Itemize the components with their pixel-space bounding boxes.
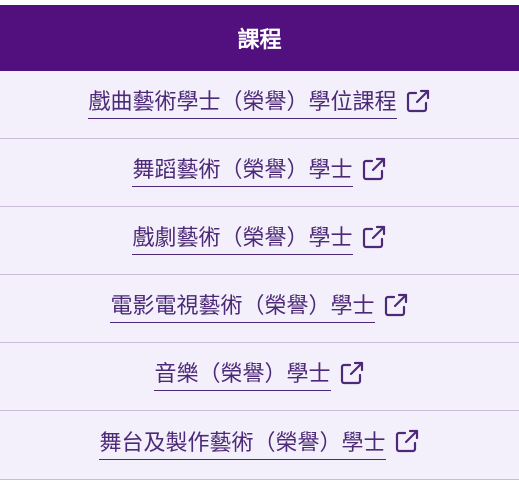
table-header: 課程 [0, 5, 519, 71]
course-link-theatre-production[interactable]: 舞台及製作藝術（榮譽）學士 [99, 428, 420, 460]
course-row: 舞蹈藝術（榮譽）學士 [0, 139, 519, 207]
course-link-label: 電影電視藝術（榮譽）學士 [110, 294, 375, 323]
course-row: 舞台及製作藝術（榮譽）學士 [0, 411, 519, 480]
external-link-icon [383, 292, 409, 318]
course-link-label: 舞台及製作藝術（榮譽）學士 [99, 431, 386, 460]
external-link-icon [405, 88, 431, 114]
external-link-icon [361, 224, 387, 250]
external-link-icon [361, 156, 387, 182]
header-title: 課程 [237, 28, 282, 53]
course-row: 戲曲藝術學士（榮譽）學位課程 [0, 71, 519, 139]
course-link-dance[interactable]: 舞蹈藝術（榮譽）學士 [132, 156, 387, 187]
course-link-label: 戲曲藝術學士（榮譽）學位課程 [88, 90, 397, 119]
course-link-chinese-opera[interactable]: 戲曲藝術學士（榮譽）學位課程 [88, 88, 431, 119]
course-table: 課程 戲曲藝術學士（榮譽）學位課程 舞蹈藝術（榮譽）學士 戲劇藝術（榮譽）學士 … [0, 0, 519, 486]
course-link-film-tv[interactable]: 電影電視藝術（榮譽）學士 [110, 292, 409, 323]
course-link-label: 舞蹈藝術（榮譽）學士 [132, 158, 353, 187]
course-list: 戲曲藝術學士（榮譽）學位課程 舞蹈藝術（榮譽）學士 戲劇藝術（榮譽）學士 電影電… [0, 71, 519, 480]
course-row: 音樂（榮譽）學士 [0, 343, 519, 411]
course-link-label: 戲劇藝術（榮譽）學士 [132, 226, 353, 255]
course-link-drama[interactable]: 戲劇藝術（榮譽）學士 [132, 224, 387, 255]
course-link-label: 音樂（榮譽）學士 [154, 362, 331, 391]
course-link-music[interactable]: 音樂（榮譽）學士 [154, 360, 365, 391]
external-link-icon [339, 360, 365, 386]
course-row: 電影電視藝術（榮譽）學士 [0, 275, 519, 343]
course-row: 戲劇藝術（榮譽）學士 [0, 207, 519, 275]
external-link-icon [394, 428, 420, 454]
